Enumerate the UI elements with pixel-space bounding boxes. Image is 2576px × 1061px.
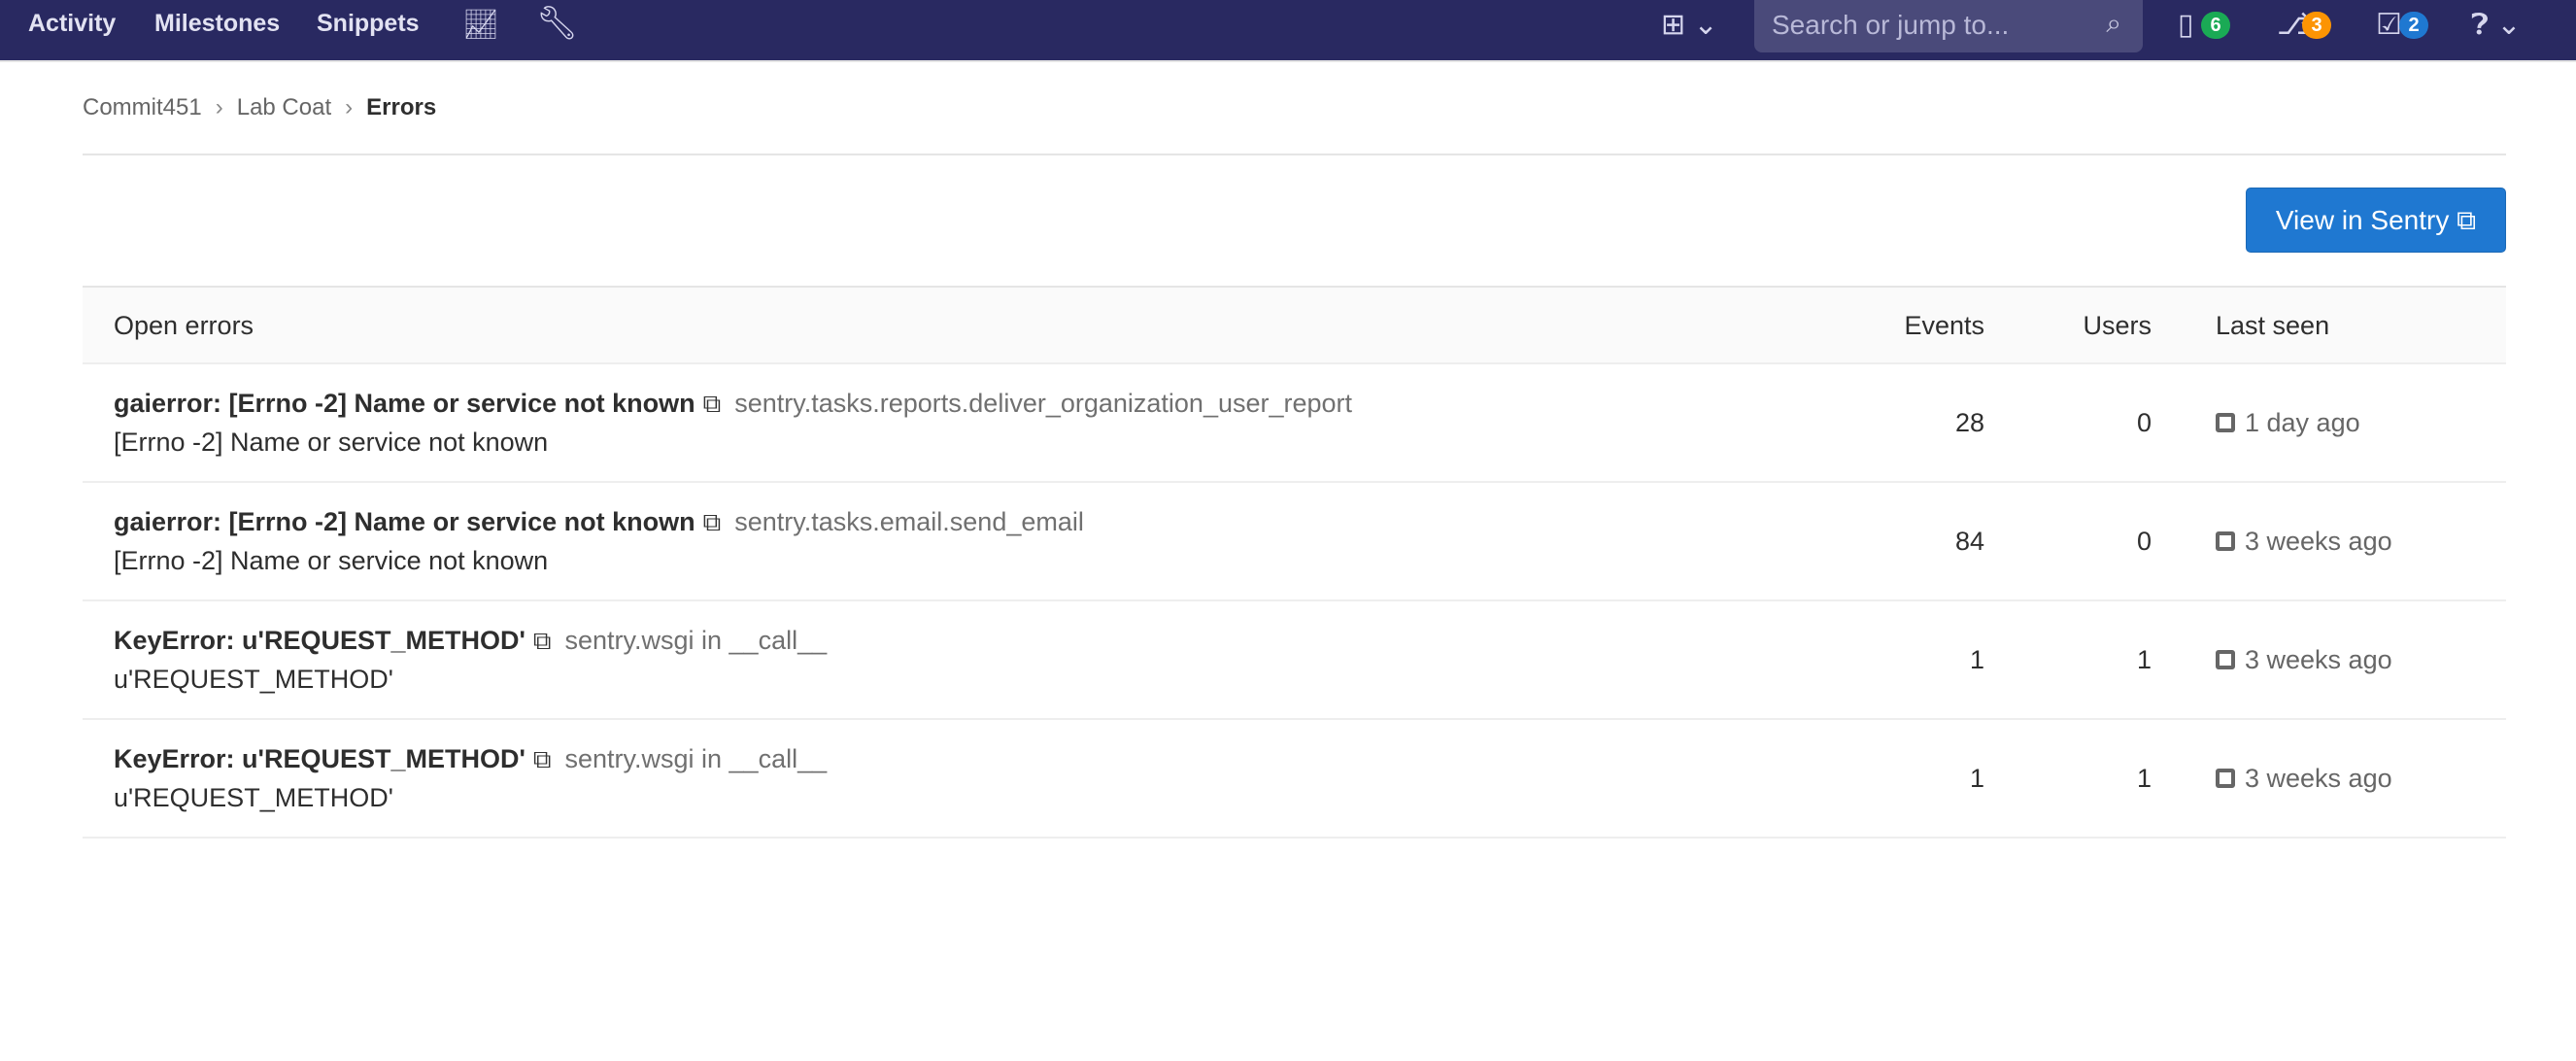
users-count: 0 (2136, 527, 2152, 556)
divider (83, 154, 2506, 155)
external-link-icon[interactable]: ⧉ (533, 744, 552, 773)
breadcrumb-group[interactable]: Commit451 (83, 94, 202, 120)
mr-count-badge[interactable]: 3 (2302, 12, 2331, 39)
error-message: [Errno -2] Name or service not known (114, 546, 549, 575)
view-in-sentry-button[interactable]: View in Sentry ⧉ (2246, 188, 2506, 253)
external-link-icon: ⧉ (2457, 205, 2477, 235)
error-title-line: KeyError: u'REQUEST_METHOD' ⧉ sentry.wsgi … (114, 744, 827, 775)
error-message: u'REQUEST_METHOD' (114, 783, 393, 812)
table-row: KeyError: u'REQUEST_METHOD' ⧉ sentry.wsgi … (83, 720, 2506, 839)
table-row: gaierror: [Errno -2] Name or service not… (83, 483, 2506, 601)
table-header: Open errors Events Users Last seen (83, 286, 2506, 364)
header-open-errors: Open errors (114, 311, 254, 340)
users-count: 1 (2136, 764, 2152, 793)
help-icon[interactable]: ❓︎ ⌄ (2471, 8, 2522, 42)
plus-square-icon[interactable]: ⊞ ⌄ (1661, 8, 1718, 42)
search-icon: ⌕ (2106, 8, 2121, 38)
breadcrumb: Commit451 › Lab Coat › Errors (83, 94, 436, 121)
events-count: 28 (1954, 408, 1984, 437)
last-seen-text: 1 day ago (2245, 408, 2360, 437)
issues-count-badge[interactable]: 6 (2201, 12, 2230, 39)
error-culprit: sentry.wsgi in __call__ (564, 626, 828, 655)
error-message: [Errno -2] Name or service not known (114, 428, 549, 457)
error-title-line: KeyError: u'REQUEST_METHOD' ⧉ sentry.wsgi … (114, 626, 827, 657)
nav-milestones[interactable]: Milestones (154, 10, 280, 38)
view-in-sentry-label: View in Sentry (2275, 205, 2450, 235)
last-seen-text: 3 weeks ago (2245, 764, 2392, 793)
chevron-right-icon: › (345, 94, 354, 120)
error-title-link[interactable]: gaierror: [Errno -2] Name or service not… (114, 389, 695, 418)
search-input[interactable]: Search or jump to... ⌕ (1754, 0, 2143, 52)
events-count: 1 (1969, 645, 1984, 674)
header-last-seen: Last seen (2216, 311, 2330, 340)
chart-icon[interactable]: 📈︎ (462, 8, 499, 42)
nav-snippets[interactable]: Snippets (317, 10, 420, 38)
errors-table: Open errors Events Users Last seen gaier… (83, 286, 2506, 839)
nav-activity[interactable]: Activity (28, 10, 116, 38)
events-count: 84 (1954, 527, 1984, 556)
error-culprit: sentry.wsgi in __call__ (564, 744, 828, 773)
table-row: gaierror: [Errno -2] Name or service not… (83, 364, 2506, 483)
search-placeholder: Search or jump to... (1772, 10, 2010, 40)
calendar-icon (2216, 531, 2235, 551)
header-users: Users (2083, 311, 2152, 340)
events-count: 1 (1969, 764, 1984, 793)
error-title-line: gaierror: [Errno -2] Name or service not… (114, 389, 1352, 420)
header-events: Events (1904, 311, 1984, 340)
todo-count-badge[interactable]: 2 (2399, 12, 2428, 39)
calendar-icon (2216, 650, 2235, 669)
error-culprit: sentry.tasks.email.send_email (734, 507, 1084, 536)
last-seen: 1 day ago (2216, 408, 2360, 438)
last-seen: 3 weeks ago (2216, 527, 2392, 557)
calendar-icon (2216, 413, 2235, 432)
breadcrumb-current[interactable]: Errors (366, 94, 436, 120)
todo-icon[interactable]: ☑ (2376, 8, 2402, 42)
last-seen: 3 weeks ago (2216, 764, 2392, 794)
last-seen: 3 weeks ago (2216, 645, 2392, 675)
chevron-right-icon: › (215, 94, 223, 120)
error-title-line: gaierror: [Errno -2] Name or service not… (114, 507, 1084, 538)
calendar-icon (2216, 769, 2235, 788)
table-row: KeyError: u'REQUEST_METHOD' ⧉ sentry.wsgi … (83, 601, 2506, 720)
top-navbar: Activity Milestones Snippets 📈︎ 🔧︎ ⊞ ⌄ S… (0, 0, 2576, 62)
last-seen-text: 3 weeks ago (2245, 645, 2392, 674)
external-link-icon[interactable]: ⧉ (703, 389, 722, 418)
users-count: 1 (2136, 645, 2152, 674)
error-title-link[interactable]: KeyError: u'REQUEST_METHOD' (114, 626, 525, 655)
error-culprit: sentry.tasks.reports.deliver_organizatio… (734, 389, 1353, 418)
wrench-icon[interactable]: 🔧︎ (536, 4, 578, 43)
error-title-link[interactable]: gaierror: [Errno -2] Name or service not… (114, 507, 695, 536)
last-seen-text: 3 weeks ago (2245, 527, 2392, 556)
external-link-icon[interactable]: ⧉ (533, 626, 552, 655)
issues-icon[interactable]: ▯ (2178, 8, 2194, 42)
external-link-icon[interactable]: ⧉ (703, 507, 722, 536)
error-title-link[interactable]: KeyError: u'REQUEST_METHOD' (114, 744, 525, 773)
users-count: 0 (2136, 408, 2152, 437)
breadcrumb-project[interactable]: Lab Coat (237, 94, 331, 120)
error-message: u'REQUEST_METHOD' (114, 665, 393, 694)
